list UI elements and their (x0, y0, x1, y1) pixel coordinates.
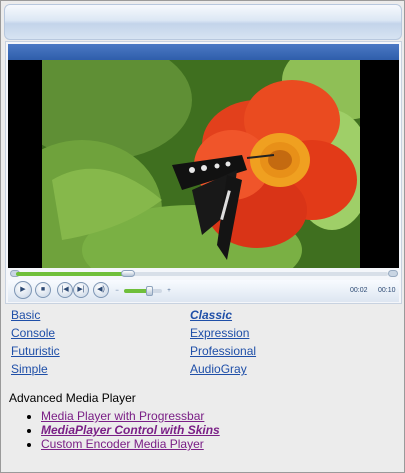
example-list: Media Player with Progressbar MediaPlaye… (1, 409, 220, 451)
current-time: 00:02 (350, 287, 368, 294)
volume-thumb[interactable] (146, 286, 153, 296)
seek-bar[interactable] (8, 270, 399, 278)
skin-link-audiogray[interactable]: AudioGray (190, 362, 247, 376)
skin-link-basic[interactable]: Basic (11, 308, 40, 322)
example-link-skins[interactable]: MediaPlayer Control with Skins (41, 423, 220, 437)
skin-link-console[interactable]: Console (11, 326, 55, 340)
total-time: 00:10 (378, 287, 396, 294)
video-screen[interactable] (8, 60, 399, 268)
list-item: MediaPlayer Control with Skins (41, 423, 220, 437)
stop-button[interactable]: ■ (35, 282, 51, 298)
butterfly-on-flower-image (42, 60, 360, 268)
header-bar (4, 4, 402, 40)
play-icon: ▶ (20, 286, 26, 293)
previous-button[interactable]: |◀ (57, 282, 73, 298)
example-link-custom-encoder[interactable]: Custom Encoder Media Player (41, 437, 204, 451)
section-heading: Advanced Media Player (9, 391, 136, 405)
play-button[interactable]: ▶ (14, 281, 32, 299)
stop-icon: ■ (40, 286, 46, 293)
volume-down-icon: − (115, 288, 119, 294)
example-link-progressbar[interactable]: Media Player with Progressbar (41, 409, 204, 423)
video-frame-image (42, 60, 360, 268)
list-item: Media Player with Progressbar (41, 409, 220, 423)
skin-link-classic[interactable]: Classic (190, 308, 232, 322)
next-button[interactable]: ▶| (73, 282, 89, 298)
skin-link-futuristic[interactable]: Futuristic (11, 344, 60, 358)
seek-progress (16, 272, 128, 276)
volume-up-icon: + (167, 288, 171, 294)
skin-link-professional[interactable]: Professional (190, 344, 256, 358)
control-bar: ▶ ■ |◀ ▶| ◀) − + 00:02 00:10 (8, 280, 399, 302)
player-title-strip (8, 44, 399, 60)
mute-button[interactable]: ◀) (93, 282, 109, 298)
list-item: Custom Encoder Media Player (41, 437, 220, 451)
media-player: ▶ ■ |◀ ▶| ◀) − + 00:02 00:10 (5, 41, 402, 304)
speaker-icon: ◀) (97, 286, 105, 293)
seek-thumb[interactable] (121, 270, 135, 277)
skin-link-simple[interactable]: Simple (11, 362, 48, 376)
volume-slider[interactable]: − + (112, 286, 174, 296)
next-icon: ▶| (77, 286, 85, 293)
page-frame: ▶ ■ |◀ ▶| ◀) − + 00:02 00:10 Basic Conso… (0, 0, 405, 473)
previous-icon: |◀ (61, 286, 69, 293)
seek-end-cap (388, 270, 398, 277)
skin-link-expression[interactable]: Expression (190, 326, 249, 340)
